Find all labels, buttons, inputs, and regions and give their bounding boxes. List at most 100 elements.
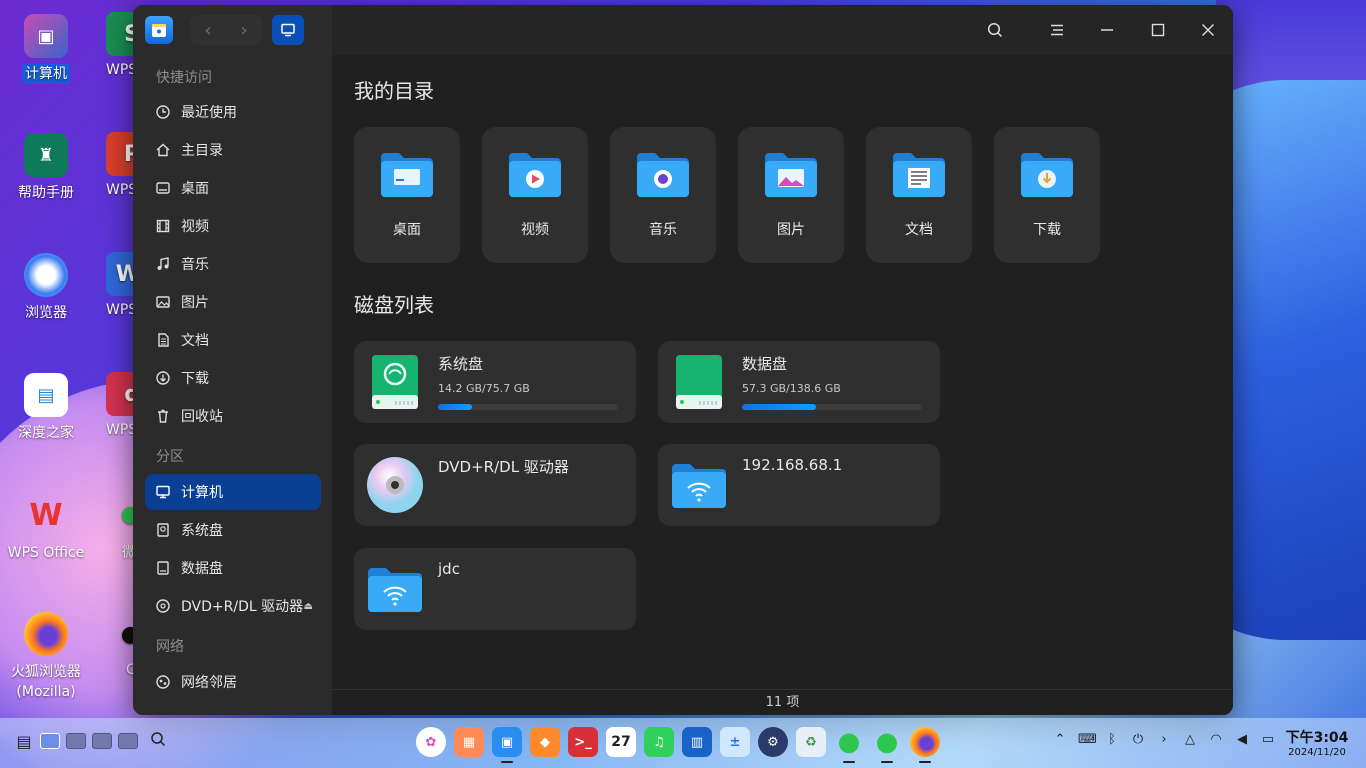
close-button[interactable] bbox=[1193, 15, 1223, 45]
navigation-buttons: ‹ › bbox=[190, 15, 262, 45]
wechat-icon[interactable]: ● bbox=[872, 727, 902, 763]
sidebar-item-data-disk[interactable]: 数据盘 bbox=[145, 550, 321, 586]
firefox-icon[interactable] bbox=[910, 727, 940, 763]
music-folder-icon bbox=[637, 153, 689, 197]
launcher-icon[interactable]: ✿ bbox=[416, 727, 446, 757]
dir-card-music[interactable]: 音乐 bbox=[610, 127, 716, 263]
volume-icon[interactable]: ◀ bbox=[1234, 732, 1250, 747]
sidebar-item-recent[interactable]: 最近使用 bbox=[145, 94, 321, 130]
disk-icon bbox=[155, 560, 171, 576]
minimize-button[interactable] bbox=[1092, 15, 1122, 45]
sidebar-item-desktop[interactable]: 桌面 bbox=[145, 170, 321, 206]
wifi-icon[interactable]: ◠ bbox=[1208, 732, 1224, 747]
dir-card-documents[interactable]: 文档 bbox=[866, 127, 972, 263]
dir-card-downloads[interactable]: 下载 bbox=[994, 127, 1100, 263]
keyboard-icon[interactable]: ⌨ bbox=[1078, 732, 1097, 747]
desktop-icon-wps[interactable]: W WPS Office bbox=[1, 493, 91, 563]
computer-view-button[interactable] bbox=[272, 15, 304, 45]
disk-card-jdc[interactable]: jdc bbox=[354, 548, 636, 630]
dir-card-label: 下载 bbox=[1033, 222, 1061, 238]
sidebar-item-home[interactable]: 主目录 bbox=[145, 132, 321, 168]
dir-card-videos[interactable]: 视频 bbox=[482, 127, 588, 263]
board-app-icon[interactable]: ▥ bbox=[682, 727, 712, 757]
control-center-icon[interactable]: ▭ bbox=[1260, 732, 1276, 747]
next-icon[interactable]: › bbox=[1156, 732, 1172, 747]
dvd-disc-icon bbox=[367, 457, 423, 513]
disk-usage-bar bbox=[438, 404, 618, 410]
workspace-1[interactable] bbox=[40, 733, 60, 749]
trash-icon bbox=[155, 408, 171, 424]
clock-date: 2024/11/20 bbox=[1288, 747, 1346, 758]
disk-usage-bar bbox=[742, 404, 922, 410]
bluetooth-icon[interactable]: ᛒ bbox=[1104, 732, 1120, 747]
music-app-icon[interactable]: ♫ bbox=[644, 727, 674, 757]
sidebar-group-partitions: 分区 bbox=[156, 449, 184, 465]
sidebar-item-music[interactable]: 音乐 bbox=[145, 246, 321, 282]
image-icon bbox=[155, 294, 171, 310]
chevron-up-icon[interactable]: ⌃ bbox=[1052, 732, 1068, 747]
clock[interactable]: 下午3:04 2024/11/20 bbox=[1284, 727, 1350, 758]
search-icon[interactable] bbox=[150, 731, 172, 751]
wechat-icon[interactable]: ● bbox=[834, 727, 864, 763]
calendar-icon[interactable]: 27 bbox=[606, 727, 636, 757]
workspace-2[interactable] bbox=[66, 733, 86, 749]
disk-usage-text: 14.2 GB/75.7 GB bbox=[438, 382, 530, 395]
menu-button[interactable] bbox=[1042, 15, 1072, 45]
download-folder-icon bbox=[1021, 153, 1073, 197]
desktop-icon-label: 火狐浏览器 (Mozilla) bbox=[11, 664, 81, 700]
desktop-icon-browser[interactable]: 浏览器 bbox=[1, 253, 91, 323]
calculator-icon[interactable]: ± bbox=[720, 727, 750, 757]
desktop-icon-deepin-home[interactable]: ▤ 深度之家 bbox=[1, 373, 91, 443]
sidebar-item-network-neighborhood[interactable]: 网络邻居 bbox=[145, 664, 321, 700]
sidebar-item-pictures[interactable]: 图片 bbox=[145, 284, 321, 320]
desktop-icon-computer[interactable]: ▣ 计算机 bbox=[1, 14, 91, 84]
shop-icon[interactable]: ◆ bbox=[530, 727, 560, 757]
terminal-icon[interactable]: >_ bbox=[568, 727, 598, 757]
dir-card-desktop[interactable]: 桌面 bbox=[354, 127, 460, 263]
desktop-icon-help[interactable]: ♜ 帮助手册 bbox=[1, 133, 91, 203]
disk-card-dvd[interactable]: DVD+R/DL 驱动器 bbox=[354, 444, 636, 526]
firefox-icon bbox=[24, 612, 68, 656]
music-icon bbox=[155, 256, 171, 272]
clock-icon bbox=[155, 104, 171, 120]
sidebar-item-label: 文档 bbox=[181, 333, 209, 349]
desktop-icon-firefox[interactable]: 火狐浏览器 (Mozilla) bbox=[1, 612, 91, 702]
disk-name: 192.168.68.1 bbox=[742, 456, 843, 474]
maximize-button[interactable] bbox=[1143, 15, 1173, 45]
workspace-3[interactable] bbox=[92, 733, 112, 749]
sidebar-item-computer[interactable]: 计算机 bbox=[145, 474, 321, 510]
search-button[interactable] bbox=[980, 15, 1010, 45]
notification-icon[interactable]: △ bbox=[1182, 732, 1198, 747]
dir-card-pictures[interactable]: 图片 bbox=[738, 127, 844, 263]
download-icon bbox=[155, 370, 171, 386]
disk-card-system[interactable]: 系统盘 14.2 GB/75.7 GB bbox=[354, 341, 636, 423]
file-manager-window: 快捷访问 最近使用 主目录 桌面 视频 音乐 图片 文档 下载 回收站 分区 计… bbox=[133, 5, 1233, 715]
eject-icon[interactable]: ⏏ bbox=[304, 601, 313, 612]
workspace-4[interactable] bbox=[118, 733, 138, 749]
hamburger-icon bbox=[1051, 24, 1063, 36]
sidebar-item-system-disk[interactable]: 系统盘 bbox=[145, 512, 321, 548]
file-manager-icon[interactable]: ▣ bbox=[492, 727, 522, 763]
sidebar-item-downloads[interactable]: 下载 bbox=[145, 360, 321, 396]
power-icon[interactable]: ⏻ bbox=[1130, 732, 1146, 747]
disk-card-network-share[interactable]: 192.168.68.1 bbox=[658, 444, 940, 526]
sidebar-item-videos[interactable]: 视频 bbox=[145, 208, 321, 244]
dir-card-label: 音乐 bbox=[649, 222, 677, 238]
disk-card-data[interactable]: 数据盘 57.3 GB/138.6 GB bbox=[658, 341, 940, 423]
sidebar-item-label: 图片 bbox=[181, 295, 209, 311]
app-store-icon[interactable]: ▦ bbox=[454, 727, 484, 757]
sidebar-item-trash[interactable]: 回收站 bbox=[145, 398, 321, 434]
recycle-bin-icon[interactable]: ♻ bbox=[796, 727, 826, 757]
network-folder-icon bbox=[672, 464, 726, 508]
desktop-icon-label: WPS Office bbox=[7, 545, 85, 561]
forward-button[interactable]: › bbox=[226, 15, 262, 45]
notes-icon[interactable]: ▤ bbox=[14, 732, 34, 751]
desktop-icon-label: 微 bbox=[122, 545, 136, 561]
sidebar-group-network: 网络 bbox=[156, 639, 184, 655]
sidebar-item-documents[interactable]: 文档 bbox=[145, 322, 321, 358]
browser-icon bbox=[24, 253, 68, 297]
back-button[interactable]: ‹ bbox=[190, 15, 226, 45]
settings-icon[interactable]: ⚙ bbox=[758, 727, 788, 757]
sidebar-item-dvd[interactable]: DVD+R/DL 驱动器 ⏏ bbox=[145, 588, 321, 624]
sidebar-item-label: 桌面 bbox=[181, 181, 209, 197]
